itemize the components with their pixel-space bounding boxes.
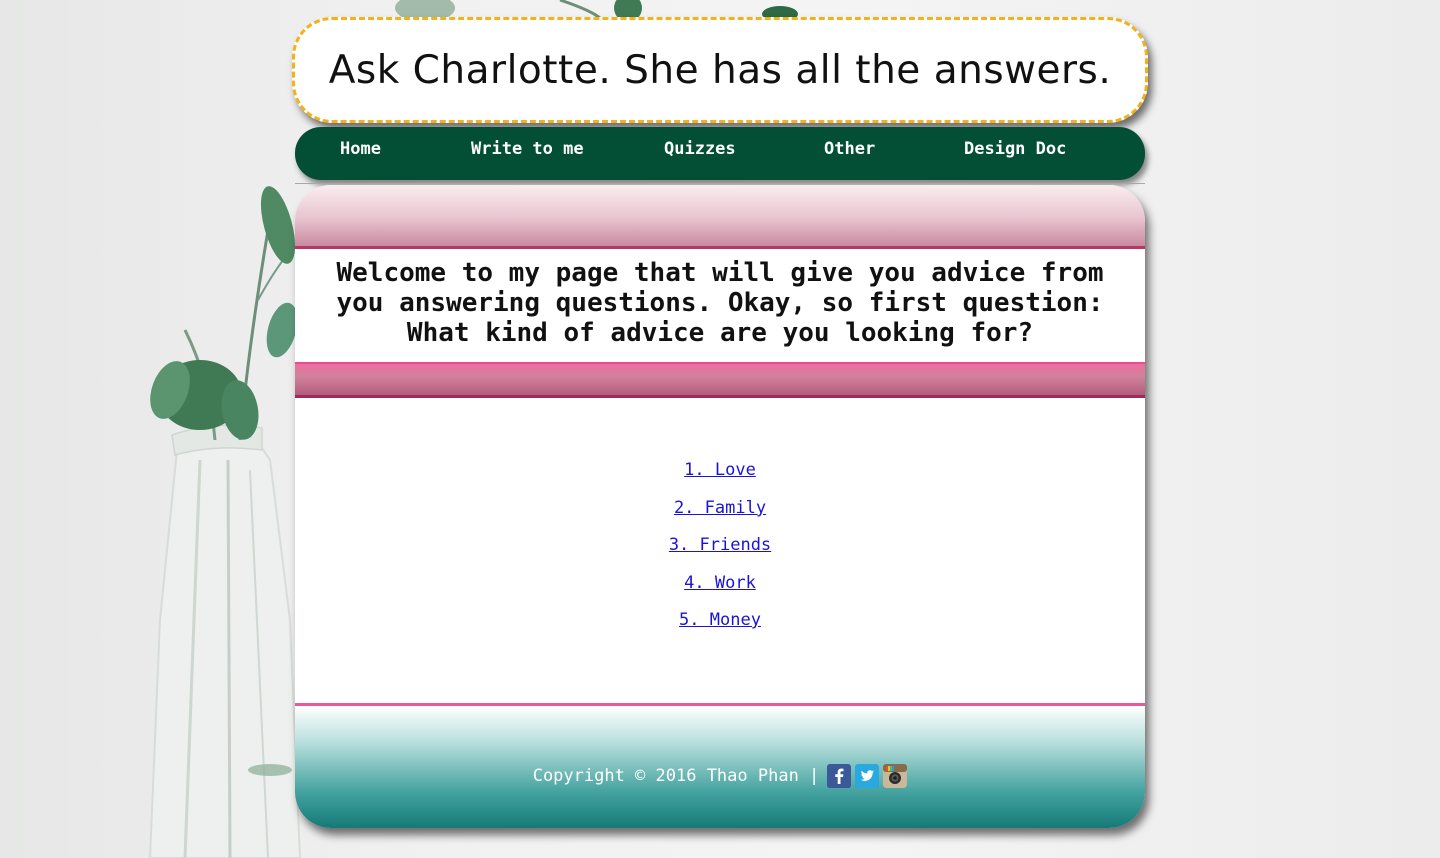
footer-row: Copyright © 2016 Thao Phan | <box>295 764 1145 788</box>
nav-divider <box>295 183 1145 184</box>
header-banner: Ask Charlotte. She has all the answers. <box>292 17 1148 123</box>
nav-item-home[interactable]: Home <box>340 139 381 159</box>
site-title: Ask Charlotte. She has all the answers. <box>328 47 1112 93</box>
topic-link-money[interactable]: 5. Money <box>679 610 761 630</box>
list-item: 2. Family <box>295 498 1145 536</box>
topic-link-work[interactable]: 4. Work <box>684 573 756 593</box>
instagram-icon[interactable] <box>883 764 908 788</box>
list-item: 5. Money <box>295 610 1145 648</box>
nav-item-write-to-me[interactable]: Write to me <box>471 139 584 159</box>
topic-link-love[interactable]: 1. Love <box>684 460 756 480</box>
list-item: 3. Friends <box>295 535 1145 573</box>
nav-item-quizzes[interactable]: Quizzes <box>664 139 736 159</box>
middle-decorative-band <box>295 362 1145 398</box>
top-decorative-band <box>295 185 1145 249</box>
nav-item-other[interactable]: Other <box>824 139 875 159</box>
facebook-icon[interactable] <box>827 764 852 788</box>
list-item: 1. Love <box>295 460 1145 498</box>
welcome-message: Welcome to my page that will give you ad… <box>336 258 1104 348</box>
footer: Copyright © 2016 Thao Phan | <box>295 706 1145 828</box>
topic-link-family[interactable]: 2. Family <box>674 498 766 518</box>
nav-item-design-doc[interactable]: Design Doc <box>964 139 1066 159</box>
list-item: 4. Work <box>295 573 1145 611</box>
main-nav: Home Write to me Quizzes Other Design Do… <box>295 127 1145 180</box>
advice-topic-list: 1. Love 2. Family 3. Friends 4. Work 5. … <box>295 460 1145 648</box>
main-content-card: Welcome to my page that will give you ad… <box>295 185 1145 828</box>
copyright-text: Copyright © 2016 Thao Phan | <box>532 766 820 786</box>
twitter-icon[interactable] <box>855 764 880 788</box>
topic-link-friends[interactable]: 3. Friends <box>669 535 771 555</box>
